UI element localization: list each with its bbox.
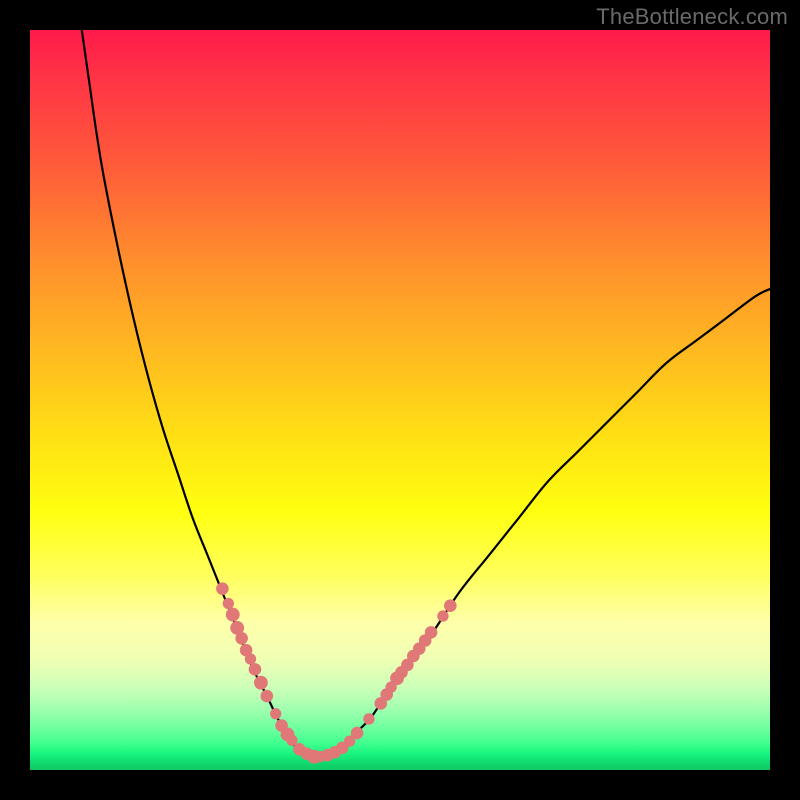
watermark-text: TheBottleneck.com — [596, 4, 788, 30]
plot-area — [30, 30, 770, 770]
outer-frame: TheBottleneck.com — [0, 0, 800, 800]
data-dot — [444, 599, 457, 612]
data-dot — [261, 690, 274, 703]
data-dot — [235, 632, 248, 645]
data-dot — [351, 727, 364, 740]
data-dot — [270, 708, 281, 719]
data-dot — [249, 663, 262, 676]
data-dots — [216, 582, 456, 763]
chart-svg — [30, 30, 770, 770]
bottleneck-curve — [82, 30, 770, 756]
data-dot — [245, 653, 256, 664]
data-dot — [254, 676, 268, 690]
data-dot — [363, 713, 374, 724]
curve-path — [82, 30, 770, 756]
data-dot — [437, 610, 448, 621]
data-dot — [226, 608, 240, 622]
data-dot — [425, 626, 438, 639]
data-dot — [216, 582, 229, 595]
data-dot — [223, 598, 234, 609]
